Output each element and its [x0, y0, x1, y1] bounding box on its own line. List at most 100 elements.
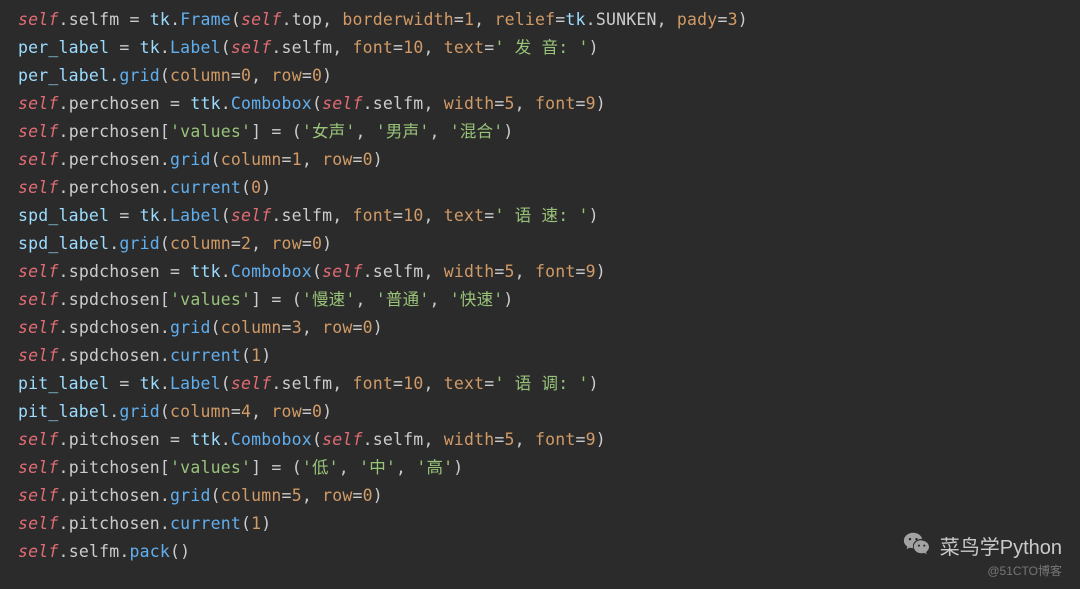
code-token: )	[453, 458, 463, 477]
code-token: text	[444, 374, 485, 393]
code-token: font	[353, 374, 394, 393]
code-token: )	[322, 234, 332, 253]
code-token: =	[484, 374, 494, 393]
code-token: self	[18, 178, 59, 197]
code-token: ,	[356, 122, 376, 141]
code-token: .	[59, 542, 69, 561]
code-token: width	[444, 430, 495, 449]
code-token: self	[18, 290, 59, 309]
code-token: self	[18, 430, 59, 449]
code-token: .	[160, 514, 170, 533]
code-token: 0	[363, 150, 373, 169]
code-line: pit_label.grid(column=4, row=0)	[18, 398, 1062, 426]
code-token: 1	[251, 514, 261, 533]
code-token: 3	[728, 10, 738, 29]
code-token: selfm	[373, 430, 424, 449]
code-token: )	[589, 38, 599, 57]
code-token: SUNKEN	[596, 10, 657, 29]
code-token: ,	[356, 290, 376, 309]
code-token: self	[18, 486, 59, 505]
code-token: ,	[515, 94, 535, 113]
code-token: pitchosen	[69, 458, 160, 477]
code-token: 10	[403, 38, 423, 57]
code-token: '男声'	[376, 122, 430, 141]
code-token: .	[160, 318, 170, 337]
code-token: self	[18, 10, 59, 29]
code-token: text	[444, 38, 485, 57]
code-token: spdchosen	[69, 318, 160, 337]
code-token: )	[322, 402, 332, 421]
code-token: .	[282, 10, 292, 29]
code-token: self	[18, 318, 59, 337]
code-token: top	[292, 10, 322, 29]
code-token: 1	[251, 346, 261, 365]
code-token: .	[271, 374, 281, 393]
code-token: =	[494, 430, 504, 449]
code-token: =	[282, 150, 292, 169]
code-token: self	[18, 514, 59, 533]
code-token: .	[119, 542, 129, 561]
code-token: =	[393, 38, 403, 57]
code-token: ]	[251, 122, 271, 141]
code-token: =	[717, 10, 727, 29]
code-line: self.spdchosen.grid(column=3, row=0)	[18, 314, 1062, 342]
code-line: self.pitchosen.grid(column=5, row=0)	[18, 482, 1062, 510]
code-token: =	[231, 234, 241, 253]
code-token: spdchosen	[69, 346, 160, 365]
code-token: grid	[170, 486, 211, 505]
code-token: 'values'	[170, 122, 251, 141]
code-token: =	[484, 38, 494, 57]
code-token: spdchosen	[69, 262, 170, 281]
code-token: )	[261, 346, 271, 365]
code-token: ,	[515, 430, 535, 449]
code-token: )	[596, 94, 606, 113]
code-token: ,	[302, 486, 322, 505]
code-token: 2	[241, 234, 251, 253]
code-token: ,	[429, 122, 449, 141]
code-token: ' 发 音: '	[494, 38, 588, 57]
code-token: row	[271, 402, 301, 421]
code-token: ,	[251, 402, 271, 421]
code-token: (	[312, 430, 322, 449]
code-token: =	[353, 318, 363, 337]
code-token: grid	[170, 150, 211, 169]
code-token: (	[312, 262, 322, 281]
code-line: self.perchosen.current(0)	[18, 174, 1062, 202]
code-token: column	[221, 318, 282, 337]
code-token: 5	[505, 94, 515, 113]
code-token: .	[271, 206, 281, 225]
code-token: Combobox	[231, 430, 312, 449]
code-token: )	[503, 290, 513, 309]
code-line: self.perchosen = ttk.Combobox(self.selfm…	[18, 90, 1062, 118]
code-token: grid	[119, 66, 160, 85]
code-token: .	[221, 94, 231, 113]
code-token: 5	[505, 262, 515, 281]
code-token: grid	[119, 402, 160, 421]
code-token: row	[322, 150, 352, 169]
code-token: (	[241, 514, 251, 533]
code-token: ]	[251, 458, 271, 477]
code-token: ,	[515, 262, 535, 281]
code-token: ' 语 速: '	[494, 206, 588, 225]
code-token: ,	[423, 206, 443, 225]
code-token: perchosen	[69, 122, 160, 141]
code-token: .	[363, 94, 373, 113]
code-token: tk	[140, 206, 160, 225]
code-token: Combobox	[231, 94, 312, 113]
code-token: .	[59, 430, 69, 449]
code-token: '慢速'	[302, 290, 356, 309]
code-token: 1	[292, 150, 302, 169]
code-token: spd_label	[18, 234, 109, 253]
code-token: ' 语 调: '	[494, 374, 588, 393]
code-token: current	[170, 514, 241, 533]
code-token: column	[221, 150, 282, 169]
code-token: )	[596, 430, 606, 449]
code-token: .	[59, 318, 69, 337]
code-token: ,	[423, 38, 443, 57]
code-token: pit_label	[18, 374, 119, 393]
code-token: 10	[403, 206, 423, 225]
code-token: per_label	[18, 66, 109, 85]
code-token: )	[503, 122, 513, 141]
code-token: =	[282, 486, 292, 505]
code-token: )	[261, 178, 271, 197]
